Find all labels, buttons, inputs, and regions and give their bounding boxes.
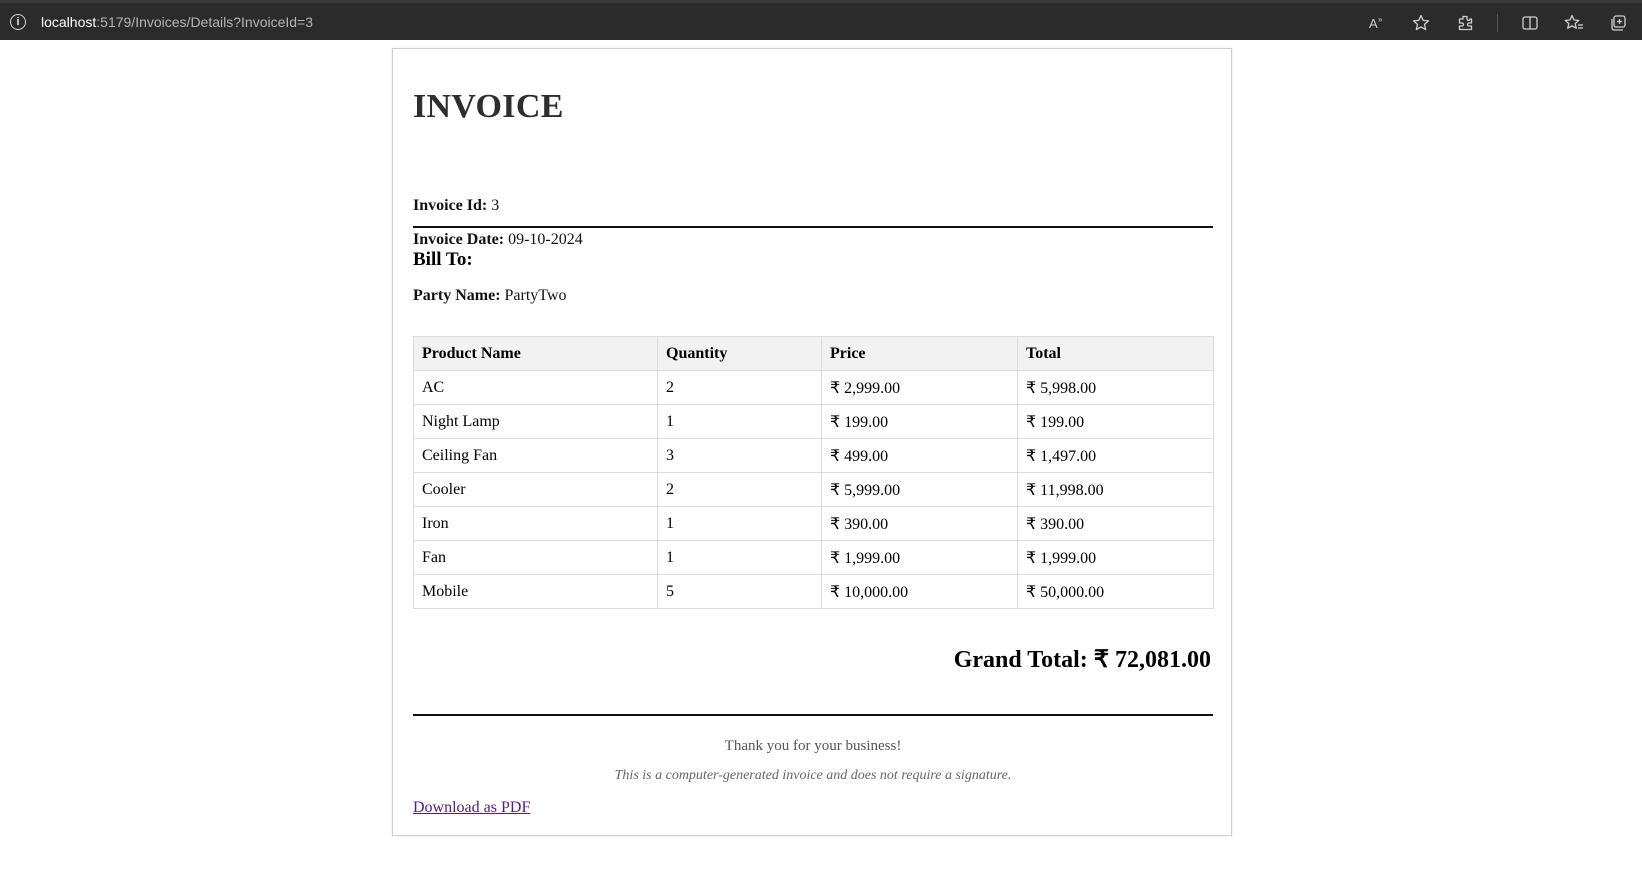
table-row: Night Lamp 1 ₹ 199.00 ₹ 199.00 bbox=[413, 404, 1214, 439]
url-path: :5179/Invoices/Details?InvoiceId=3 bbox=[96, 14, 314, 30]
url-host: localhost bbox=[41, 14, 97, 30]
price-cell: ₹ 5,999.00 bbox=[821, 472, 1018, 507]
invoice-date-line: Invoice Date: 09-10-2024 bbox=[413, 231, 583, 249]
invoice-title: INVOICE bbox=[413, 88, 564, 125]
quantity-cell: 1 bbox=[657, 506, 822, 541]
browser-toolbar: i localhost:5179/Invoices/Details?Invoic… bbox=[0, 0, 1642, 40]
read-aloud-icon[interactable]: A» bbox=[1365, 11, 1389, 35]
table-row: AC 2 ₹ 2,999.00 ₹ 5,998.00 bbox=[413, 370, 1214, 405]
total-cell: ₹ 199.00 bbox=[1017, 404, 1214, 439]
product-name-cell: Mobile bbox=[413, 574, 658, 609]
svg-text:»: » bbox=[1378, 15, 1383, 24]
total-cell: ₹ 390.00 bbox=[1017, 506, 1214, 541]
favorite-star-icon[interactable] bbox=[1409, 11, 1433, 35]
divider-bottom bbox=[413, 714, 1213, 716]
divider-top bbox=[413, 226, 1213, 228]
product-name-cell: Night Lamp bbox=[413, 404, 658, 439]
bill-to-heading: Bill To: bbox=[413, 249, 473, 270]
invoice-id-value: 3 bbox=[491, 197, 500, 214]
table-row: Cooler 2 ₹ 5,999.00 ₹ 11,998.00 bbox=[413, 472, 1214, 507]
table-row: Ceiling Fan 3 ₹ 499.00 ₹ 1,497.00 bbox=[413, 438, 1214, 473]
column-header: Price bbox=[821, 336, 1018, 371]
invoice-date-label: Invoice Date: bbox=[413, 231, 505, 248]
quantity-cell: 1 bbox=[657, 404, 822, 439]
info-icon[interactable]: i bbox=[10, 14, 26, 30]
items-table: Product Name Quantity Price Total AC 2 ₹… bbox=[413, 336, 1214, 609]
browser-actions: A» bbox=[1345, 9, 1630, 37]
invoice-id-label: Invoice Id: bbox=[413, 197, 488, 214]
price-cell: ₹ 1,999.00 bbox=[821, 540, 1018, 575]
quantity-cell: 2 bbox=[657, 472, 822, 507]
total-cell: ₹ 11,998.00 bbox=[1017, 472, 1214, 507]
party-name-label: Party Name: bbox=[413, 287, 501, 304]
column-header: Quantity bbox=[657, 336, 822, 371]
price-cell: ₹ 10,000.00 bbox=[821, 574, 1018, 609]
total-cell: ₹ 5,998.00 bbox=[1017, 370, 1214, 405]
total-cell: ₹ 1,999.00 bbox=[1017, 540, 1214, 575]
signature-disclaimer: This is a computer-generated invoice and… bbox=[614, 768, 1012, 783]
invoice-date-value: 09-10-2024 bbox=[508, 231, 583, 248]
quantity-cell: 1 bbox=[657, 540, 822, 575]
product-name-cell: Fan bbox=[413, 540, 658, 575]
product-name-cell: Ceiling Fan bbox=[413, 438, 658, 473]
product-name-cell: Iron bbox=[413, 506, 658, 541]
extensions-icon[interactable] bbox=[1453, 11, 1477, 35]
invoice-card: INVOICE Invoice Id: 3 Invoice Date: 09-1… bbox=[392, 48, 1232, 836]
price-cell: ₹ 2,999.00 bbox=[821, 370, 1018, 405]
thank-you-note: Thank you for your business! bbox=[724, 738, 902, 754]
grand-total: Grand Total: ₹ 72,081.00 bbox=[953, 647, 1211, 673]
quantity-cell: 3 bbox=[657, 438, 822, 473]
download-pdf-link[interactable]: Download as PDF bbox=[413, 799, 530, 817]
table-row: Fan 1 ₹ 1,999.00 ₹ 1,999.00 bbox=[413, 540, 1214, 575]
table-row: Mobile 5 ₹ 10,000.00 ₹ 50,000.00 bbox=[413, 574, 1214, 609]
svg-text:A: A bbox=[1369, 16, 1378, 31]
split-screen-icon[interactable] bbox=[1518, 11, 1542, 35]
product-name-cell: Cooler bbox=[413, 472, 658, 507]
table-header-row: Product Name Quantity Price Total bbox=[413, 336, 1214, 371]
toolbar-divider bbox=[1497, 14, 1498, 32]
address-bar[interactable]: i localhost:5179/Invoices/Details?Invoic… bbox=[8, 7, 1448, 37]
total-cell: ₹ 1,497.00 bbox=[1017, 438, 1214, 473]
favorites-icon[interactable] bbox=[1562, 11, 1586, 35]
product-name-cell: AC bbox=[413, 370, 658, 405]
quantity-cell: 5 bbox=[657, 574, 822, 609]
party-name-value: PartyTwo bbox=[504, 287, 567, 304]
price-cell: ₹ 499.00 bbox=[821, 438, 1018, 473]
party-name-line: Party Name: PartyTwo bbox=[413, 287, 567, 305]
total-cell: ₹ 50,000.00 bbox=[1017, 574, 1214, 609]
column-header: Product Name bbox=[413, 336, 658, 371]
collections-icon[interactable] bbox=[1606, 11, 1630, 35]
column-header: Total bbox=[1017, 336, 1214, 371]
quantity-cell: 2 bbox=[657, 370, 822, 405]
price-cell: ₹ 199.00 bbox=[821, 404, 1018, 439]
invoice-id-line: Invoice Id: 3 bbox=[413, 197, 499, 215]
price-cell: ₹ 390.00 bbox=[821, 506, 1018, 541]
table-row: Iron 1 ₹ 390.00 ₹ 390.00 bbox=[413, 506, 1214, 541]
